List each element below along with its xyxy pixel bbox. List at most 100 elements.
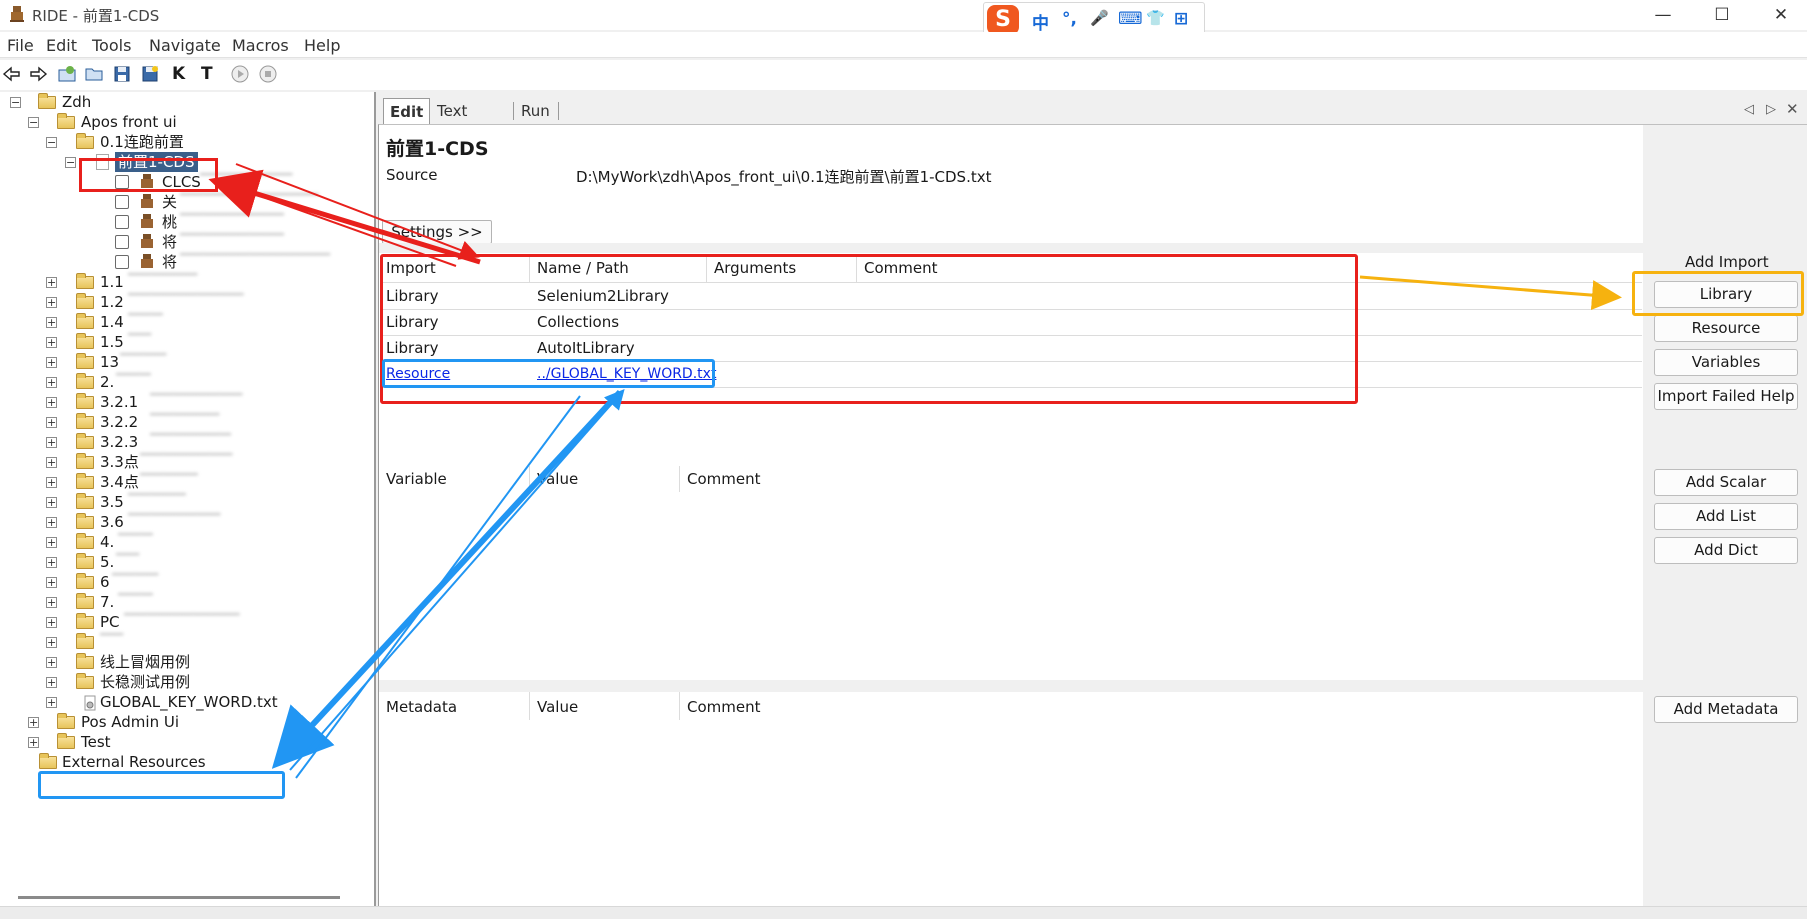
expand-icon[interactable]: + [46, 397, 57, 408]
tab-scroll-left-icon[interactable]: ◁ [1744, 102, 1754, 117]
save-all-icon[interactable] [140, 64, 160, 84]
tree-project-row[interactable]: + Pos Admin Ui [0, 712, 370, 732]
testcase-checkbox[interactable] [115, 235, 129, 249]
search-keywords-button[interactable]: K [172, 64, 192, 84]
tree-folder-row[interactable]: +1.5 ▔▔ [0, 332, 370, 352]
tree-folder-row[interactable]: +13 ▔▔▔▔ [0, 352, 370, 372]
expand-icon[interactable]: + [46, 477, 57, 488]
tree-testcase-row[interactable]: 将 ▔▔▔▔▔▔▔▔▔▔▔▔▔ [0, 252, 370, 272]
expand-icon[interactable]: + [28, 737, 39, 748]
microphone-icon[interactable]: 🎤 [1090, 9, 1109, 27]
tree-folder-row[interactable]: +1.4 ▔▔▔ [0, 312, 370, 332]
save-icon[interactable] [112, 64, 132, 84]
open-folder-icon[interactable] [84, 64, 104, 84]
expand-icon[interactable]: + [46, 417, 57, 428]
expand-icon[interactable]: + [46, 697, 57, 708]
tree-folder-row[interactable]: +3.2.2 ▔▔▔▔▔▔ [0, 412, 370, 432]
tree-root-row[interactable]: − Zdh [0, 92, 370, 112]
testcase-checkbox[interactable] [115, 255, 129, 269]
expand-icon[interactable]: + [46, 377, 57, 388]
tree-testcase-row[interactable]: 关 ▔▔▔▔▔▔▔▔▔▔▔▔ [0, 192, 370, 212]
add-dict-button[interactable]: Add Dict [1654, 537, 1798, 564]
testcase-checkbox[interactable] [115, 215, 129, 229]
run-icon[interactable] [230, 64, 250, 84]
expand-icon[interactable]: + [46, 577, 57, 588]
collapse-icon[interactable]: − [46, 137, 57, 148]
tree-folder-row[interactable]: +1.1 ▔▔▔▔▔▔ [0, 272, 370, 292]
collapse-icon[interactable]: − [28, 117, 39, 128]
settings-button[interactable]: Settings >> [382, 220, 492, 244]
expand-icon[interactable]: + [46, 497, 57, 508]
menu-tools[interactable]: Tools [92, 36, 131, 55]
expand-icon[interactable]: + [46, 297, 57, 308]
menu-edit[interactable]: Edit [46, 36, 77, 55]
tree-folder-row[interactable]: +6 ▔▔▔▔ [0, 572, 370, 592]
add-variables-button[interactable]: Variables [1654, 349, 1798, 376]
tree-folder-row[interactable]: + 长稳测试用例 [0, 672, 370, 692]
add-metadata-button[interactable]: Add Metadata [1654, 696, 1798, 723]
tree-folder-row[interactable]: +7. ▔▔▔ [0, 592, 370, 612]
skin-icon[interactable]: 👕 [1146, 9, 1165, 27]
add-list-button[interactable]: Add List [1654, 503, 1798, 530]
tree-folder-row[interactable]: +5. ▔▔ [0, 552, 370, 572]
tab-close-icon[interactable]: ✕ [1786, 100, 1799, 118]
collapse-icon[interactable]: − [10, 97, 21, 108]
expand-icon[interactable]: + [46, 357, 57, 368]
expand-icon[interactable]: + [46, 657, 57, 668]
menu-help[interactable]: Help [304, 36, 340, 55]
search-tests-button[interactable]: T [201, 64, 221, 84]
expand-icon[interactable]: + [46, 617, 57, 628]
collapse-icon[interactable]: − [65, 157, 76, 168]
tab-edit[interactable]: Edit [383, 98, 431, 124]
testcase-checkbox[interactable] [115, 195, 129, 209]
expand-icon[interactable]: + [46, 437, 57, 448]
minimize-button[interactable]: — [1648, 3, 1678, 27]
expand-icon[interactable]: + [46, 677, 57, 688]
tree-testcase-row[interactable]: 将 ▔▔▔▔▔▔▔▔▔ [0, 232, 370, 252]
tree-folder-row[interactable]: +3.3点 ▔▔▔▔▔▔▔▔ [0, 452, 370, 472]
menu-macros[interactable]: Macros [232, 36, 289, 55]
tree-folder-row[interactable]: +1.2 ▔▔▔▔▔▔▔▔▔▔ [0, 292, 370, 312]
tree-project-row[interactable]: + Test [0, 732, 370, 752]
tree-folder-row[interactable]: +3.2.3 ▔▔▔▔▔▔▔ [0, 432, 370, 452]
tree-folder-row[interactable]: +3.6 ▔▔▔▔▔▔▔▔ [0, 512, 370, 532]
stop-icon[interactable] [258, 64, 278, 84]
ime-chinese-mode[interactable]: 中 [1032, 9, 1049, 34]
add-scalar-button[interactable]: Add Scalar [1654, 469, 1798, 496]
open-project-icon[interactable] [57, 64, 77, 84]
import-failed-help-button[interactable]: Import Failed Help [1654, 383, 1798, 410]
keyboard-icon[interactable]: ⌨ [1118, 9, 1143, 29]
tree-resource-row[interactable]: + GLOBAL_KEY_WORD.txt [0, 692, 370, 712]
close-button[interactable]: ✕ [1766, 3, 1796, 27]
expand-icon[interactable]: + [46, 277, 57, 288]
add-resource-button[interactable]: Resource [1654, 315, 1798, 342]
tree-folder-row[interactable]: + ▔▔ [0, 632, 370, 652]
maximize-button[interactable]: ☐ [1707, 3, 1737, 27]
tree-suite-row[interactable]: − 0.1连跑前置 [0, 132, 370, 152]
tree-folder-row[interactable]: +3.5 ▔▔▔▔▔ [0, 492, 370, 512]
tree-project-row[interactable]: − Apos front ui [0, 112, 370, 132]
tree-testcase-row[interactable]: 桃 ▔▔▔▔▔▔▔▔▔ [0, 212, 370, 232]
expand-icon[interactable]: + [46, 317, 57, 328]
expand-icon[interactable]: + [46, 597, 57, 608]
forward-arrow-icon[interactable] [28, 64, 48, 84]
tab-scroll-right-icon[interactable]: ▷ [1766, 102, 1776, 117]
tree-folder-row[interactable]: +3.2.1 ▔▔▔▔▔▔▔▔ [0, 392, 370, 412]
menu-navigate[interactable]: Navigate [149, 36, 221, 55]
expand-icon[interactable]: + [46, 637, 57, 648]
tree-horizontal-scrollbar[interactable] [18, 896, 340, 899]
expand-icon[interactable]: + [46, 517, 57, 528]
back-arrow-icon[interactable] [2, 64, 22, 84]
expand-icon[interactable]: + [46, 537, 57, 548]
tab-run[interactable]: Run [515, 98, 556, 124]
ime-toolbar[interactable]: S 中 °, 🎤 ⌨ 👕 ⊞ [983, 2, 1205, 36]
tree-folder-row[interactable]: + PC ▔▔▔▔▔▔▔▔▔▔ [0, 612, 370, 632]
tree-folder-row[interactable]: +4. ▔▔▔ [0, 532, 370, 552]
expand-icon[interactable]: + [28, 717, 39, 728]
ime-punctuation[interactable]: °, [1062, 9, 1077, 29]
toolbox-icon[interactable]: ⊞ [1174, 9, 1188, 29]
expand-icon[interactable]: + [46, 557, 57, 568]
sogou-logo-icon[interactable]: S [987, 5, 1019, 35]
menu-file[interactable]: File [7, 36, 34, 55]
tree-folder-row[interactable]: + 线上冒烟用例 [0, 652, 370, 672]
